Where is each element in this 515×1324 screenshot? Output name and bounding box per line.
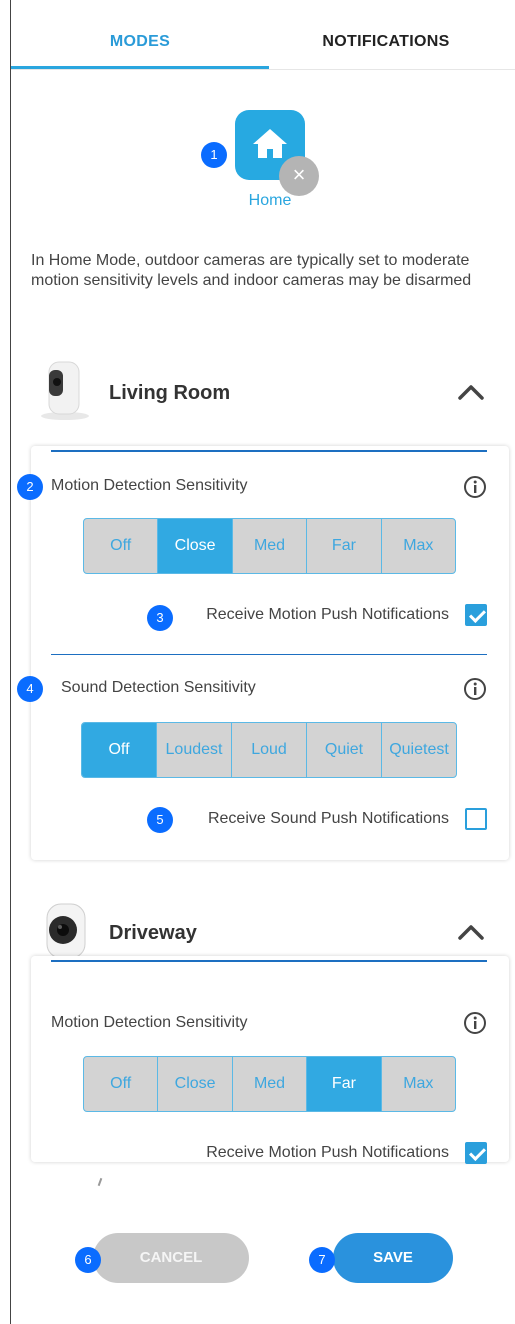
sound-push-label: Receive Sound Push Notifications: [207, 810, 449, 827]
cancel-button[interactable]: CANCEL: [93, 1233, 249, 1283]
motion-push-checkbox[interactable]: [465, 1142, 487, 1164]
chevron-up-icon[interactable]: [457, 922, 485, 942]
motion-push-label: Receive Motion Push Notifications: [206, 606, 449, 623]
camera-settings-card-driveway: Motion Detection Sensitivity Off Close M…: [31, 956, 509, 1164]
save-button[interactable]: SAVE: [333, 1233, 453, 1283]
motion-option-far[interactable]: Far: [307, 1057, 382, 1111]
callout-badge-3: 3: [147, 605, 173, 631]
motion-option-max[interactable]: Max: [382, 1057, 455, 1111]
sound-option-loud[interactable]: Loud: [232, 723, 307, 777]
motion-sensitivity-title: Motion Detection Sensitivity: [51, 1014, 248, 1031]
sound-sensitivity-title: Sound Detection Sensitivity: [61, 679, 256, 696]
sound-sensitivity-selector: Off Loudest Loud Quiet Quietest: [81, 722, 457, 778]
close-icon[interactable]: ×: [279, 156, 319, 196]
camera-name: Living Room: [109, 382, 231, 404]
camera-settings-card-living-room: 2 Motion Detection Sensitivity Off Close…: [17, 446, 509, 860]
motion-option-max[interactable]: Max: [382, 519, 455, 573]
card-divider: [51, 450, 487, 452]
tab-notifications[interactable]: NOTIFICATIONS: [257, 0, 515, 70]
motion-option-off[interactable]: Off: [84, 519, 159, 573]
motion-push-checkbox[interactable]: [465, 604, 487, 626]
sound-option-off[interactable]: Off: [82, 723, 157, 777]
motion-option-close[interactable]: Close: [158, 1057, 233, 1111]
motion-sensitivity-selector: Off Close Med Far Max: [83, 518, 456, 574]
motion-option-med[interactable]: Med: [233, 519, 308, 573]
sound-push-checkbox[interactable]: [465, 808, 487, 830]
section-divider: [51, 654, 487, 655]
motion-option-off[interactable]: Off: [84, 1057, 159, 1111]
active-tab-indicator: [11, 66, 269, 69]
info-icon[interactable]: [463, 677, 487, 701]
indoor-camera-icon: [41, 361, 89, 420]
tab-modes[interactable]: MODES: [11, 0, 269, 70]
callout-badge-4: 4: [17, 676, 43, 702]
modes-screen: MODES NOTIFICATIONS 1 × Home In Home Mod…: [10, 0, 515, 1324]
mode-description: In Home Mode, outdoor cameras are typica…: [31, 252, 472, 289]
callout-badge-1: 1: [201, 142, 227, 168]
sound-option-quietest[interactable]: Quietest: [382, 723, 456, 777]
outdoor-camera-icon: [46, 903, 86, 959]
motion-option-close[interactable]: Close: [158, 519, 233, 573]
sound-option-loudest[interactable]: Loudest: [157, 723, 232, 777]
callout-badge-7: 7: [309, 1247, 335, 1273]
tab-bar: MODES NOTIFICATIONS: [11, 0, 515, 70]
callout-badge-5: 5: [147, 807, 173, 833]
info-icon[interactable]: [463, 1011, 487, 1035]
home-icon: [253, 129, 287, 158]
motion-push-label: Receive Motion Push Notifications: [206, 1144, 449, 1161]
camera-header-living-room[interactable]: Living Room: [11, 358, 515, 438]
card-divider: [51, 960, 487, 962]
camera-name: Driveway: [109, 922, 197, 944]
callout-badge-6: 6: [75, 1247, 101, 1273]
motion-sensitivity-selector: Off Close Med Far Max: [83, 1056, 456, 1112]
scroll-mark: [97, 1177, 103, 1187]
info-icon[interactable]: [463, 475, 487, 499]
sound-option-quiet[interactable]: Quiet: [307, 723, 382, 777]
chevron-up-icon[interactable]: [457, 382, 485, 402]
motion-sensitivity-title: Motion Detection Sensitivity: [51, 477, 248, 494]
motion-option-med[interactable]: Med: [233, 1057, 308, 1111]
mode-label: Home: [248, 192, 292, 209]
callout-badge-2: 2: [17, 474, 43, 500]
motion-option-far[interactable]: Far: [307, 519, 382, 573]
